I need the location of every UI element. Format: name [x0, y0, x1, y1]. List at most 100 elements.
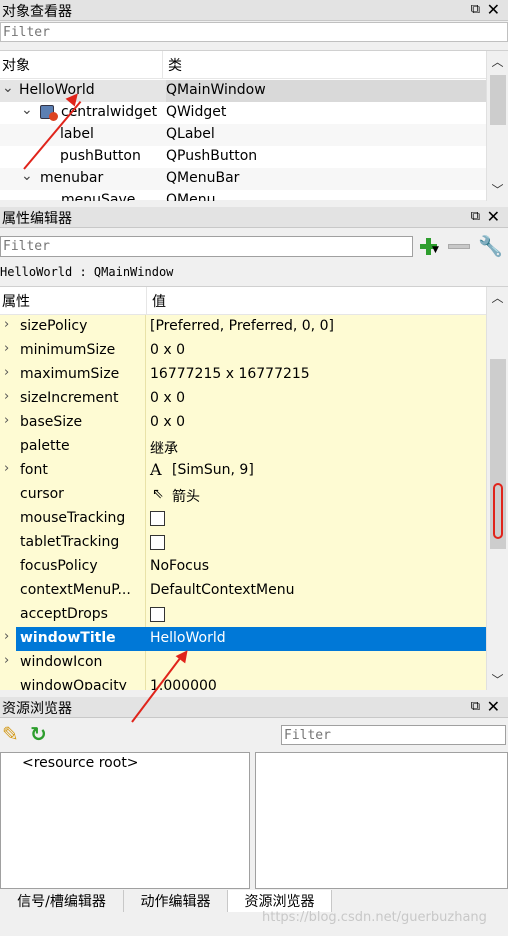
chevron-right-icon[interactable]: ›	[4, 389, 9, 404]
object-name: HelloWorld	[19, 82, 95, 98]
chevron-right-icon[interactable]: ›	[4, 461, 9, 476]
tablettracking-checkbox[interactable]	[150, 535, 165, 550]
property-name: baseSize	[20, 414, 83, 430]
property-row[interactable]: › windowIcon	[0, 651, 486, 675]
no-layout-icon	[49, 112, 58, 121]
property-context-label: HelloWorld : QMainWindow	[0, 265, 174, 279]
tab-action-editor[interactable]: 动作编辑器	[124, 890, 228, 912]
object-inspector-titlebar: 对象查看器 ⧉ ✕	[0, 0, 508, 21]
property-row[interactable]: contextMenuP... DefaultContextMenu	[0, 579, 486, 603]
property-name: windowIcon	[20, 654, 103, 670]
column-class-header[interactable]: 类	[168, 55, 182, 75]
tab-resource-browser[interactable]: 资源浏览器	[228, 890, 332, 912]
property-value: 0 x 0	[150, 342, 185, 358]
chevron-right-icon[interactable]: ›	[4, 365, 9, 380]
object-class: QPushButton	[166, 148, 258, 164]
property-row[interactable]: › sizeIncrement 0 x 0	[0, 387, 486, 411]
resource-tree[interactable]: <resource root>	[0, 752, 250, 889]
wrench-icon[interactable]: 🔧	[478, 234, 503, 258]
property-value: 16777215 x 16777215	[150, 366, 310, 382]
tab-signal-slot-editor[interactable]: 信号/槽编辑器	[0, 890, 124, 912]
scroll-down-icon[interactable]: ﹀	[487, 671, 508, 688]
remove-property-button[interactable]	[448, 244, 470, 249]
property-row[interactable]: windowOpacity 1.000000	[0, 675, 486, 690]
property-name: windowOpacity	[20, 678, 127, 690]
scroll-up-icon[interactable]: ︿	[487, 53, 508, 70]
property-row[interactable]: mouseTracking	[0, 507, 486, 531]
resource-list[interactable]	[255, 752, 508, 889]
property-row[interactable]: › font A [SimSun, 9]	[0, 459, 486, 483]
property-row[interactable]: › minimumSize 0 x 0	[0, 339, 486, 363]
tree-row[interactable]: ⌄ menubar QMenuBar	[0, 168, 486, 190]
property-row[interactable]: › sizePolicy [Preferred, Preferred, 0, 0]	[0, 315, 486, 339]
chevron-down-icon[interactable]: ⌄	[21, 102, 33, 118]
chevron-right-icon[interactable]: ›	[4, 317, 9, 332]
chevron-down-icon[interactable]: ⌄	[40, 193, 52, 201]
property-name: mouseTracking	[20, 510, 126, 526]
scroll-up-icon[interactable]: ︿	[487, 289, 508, 306]
float-icon[interactable]: ⧉	[471, 2, 480, 17]
property-row[interactable]: palette 继承	[0, 435, 486, 459]
column-value-header[interactable]: 值	[152, 291, 166, 311]
property-name: cursor	[20, 486, 64, 502]
chevron-right-icon[interactable]: ›	[4, 653, 9, 668]
property-row[interactable]: cursor ⇖ 箭头	[0, 483, 486, 507]
property-value: DefaultContextMenu	[150, 582, 295, 598]
add-dynamic-property-button[interactable]: ▼	[417, 237, 441, 257]
property-row[interactable]: › baseSize 0 x 0	[0, 411, 486, 435]
property-value: 0 x 0	[150, 390, 185, 406]
scroll-thumb[interactable]	[490, 75, 506, 125]
resource-filter-input[interactable]	[281, 725, 506, 745]
scroll-down-icon[interactable]: ﹀	[487, 181, 508, 198]
property-row[interactable]: › maximumSize 16777215 x 16777215	[0, 363, 486, 387]
chevron-right-icon[interactable]: ›	[4, 341, 9, 356]
property-name: contextMenuP...	[20, 582, 131, 598]
reload-icon[interactable]: ↻	[30, 722, 47, 746]
property-table: 属性 值 › sizePolicy [Preferred, Preferred, …	[0, 286, 508, 690]
column-object-header[interactable]: 对象	[2, 55, 30, 75]
close-icon[interactable]: ✕	[487, 697, 500, 716]
object-class: QMenu	[166, 192, 216, 201]
edit-resources-pencil-icon[interactable]: ✎	[2, 722, 19, 746]
property-row[interactable]: focusPolicy NoFocus	[0, 555, 486, 579]
float-icon[interactable]: ⧉	[471, 699, 480, 714]
property-value: NoFocus	[150, 558, 210, 574]
close-icon[interactable]: ✕	[487, 0, 500, 19]
tree-row[interactable]: ⌄ menuSave QMenu	[0, 190, 486, 201]
chevron-down-icon[interactable]: ⌄	[2, 80, 14, 96]
property-row-selected[interactable]: › windowTitle HelloWorld	[0, 627, 486, 651]
property-name: acceptDrops	[20, 606, 108, 622]
resource-root-item[interactable]: <resource root>	[22, 755, 139, 771]
acceptdrops-checkbox[interactable]	[150, 607, 165, 622]
chevron-right-icon[interactable]: ›	[4, 413, 9, 428]
object-tree: 对象 类 ⌄ HelloWorld QMainWindow ⌄ centralw…	[0, 50, 508, 201]
resource-browser-title: 资源浏览器	[2, 701, 72, 717]
object-inspector-title: 对象查看器	[2, 4, 72, 20]
arrow-cursor-icon: ⇖	[152, 486, 164, 502]
property-name: windowTitle	[16, 627, 146, 651]
property-value: [Preferred, Preferred, 0, 0]	[150, 318, 334, 334]
property-name: maximumSize	[20, 366, 120, 382]
property-row[interactable]: acceptDrops	[0, 603, 486, 627]
property-row[interactable]: tabletTracking	[0, 531, 486, 555]
dock-tab-bar: 信号/槽编辑器 动作编辑器 资源浏览器	[0, 890, 508, 912]
property-name: sizePolicy	[20, 318, 88, 334]
tree-row[interactable]: pushButton QPushButton	[0, 146, 486, 168]
object-name: label	[60, 126, 94, 142]
property-name: sizeIncrement	[20, 390, 119, 406]
font-icon: A	[150, 460, 162, 479]
property-table-scrollbar[interactable]: ︿ ﹀	[486, 287, 508, 690]
close-icon[interactable]: ✕	[487, 207, 500, 226]
float-icon[interactable]: ⧉	[471, 209, 480, 224]
object-class: QMenuBar	[166, 170, 240, 186]
tree-row[interactable]: label QLabel	[0, 124, 486, 146]
chevron-right-icon[interactable]: ›	[4, 629, 9, 644]
object-filter-input[interactable]	[0, 22, 508, 42]
mousetracking-checkbox[interactable]	[150, 511, 165, 526]
object-class: QLabel	[166, 126, 215, 142]
column-property-header[interactable]: 属性	[2, 291, 30, 311]
chevron-down-icon[interactable]: ⌄	[21, 168, 33, 184]
object-tree-header: 对象 类	[0, 51, 486, 79]
object-tree-scrollbar[interactable]: ︿ ﹀	[486, 51, 508, 201]
property-filter-input[interactable]	[0, 236, 413, 257]
